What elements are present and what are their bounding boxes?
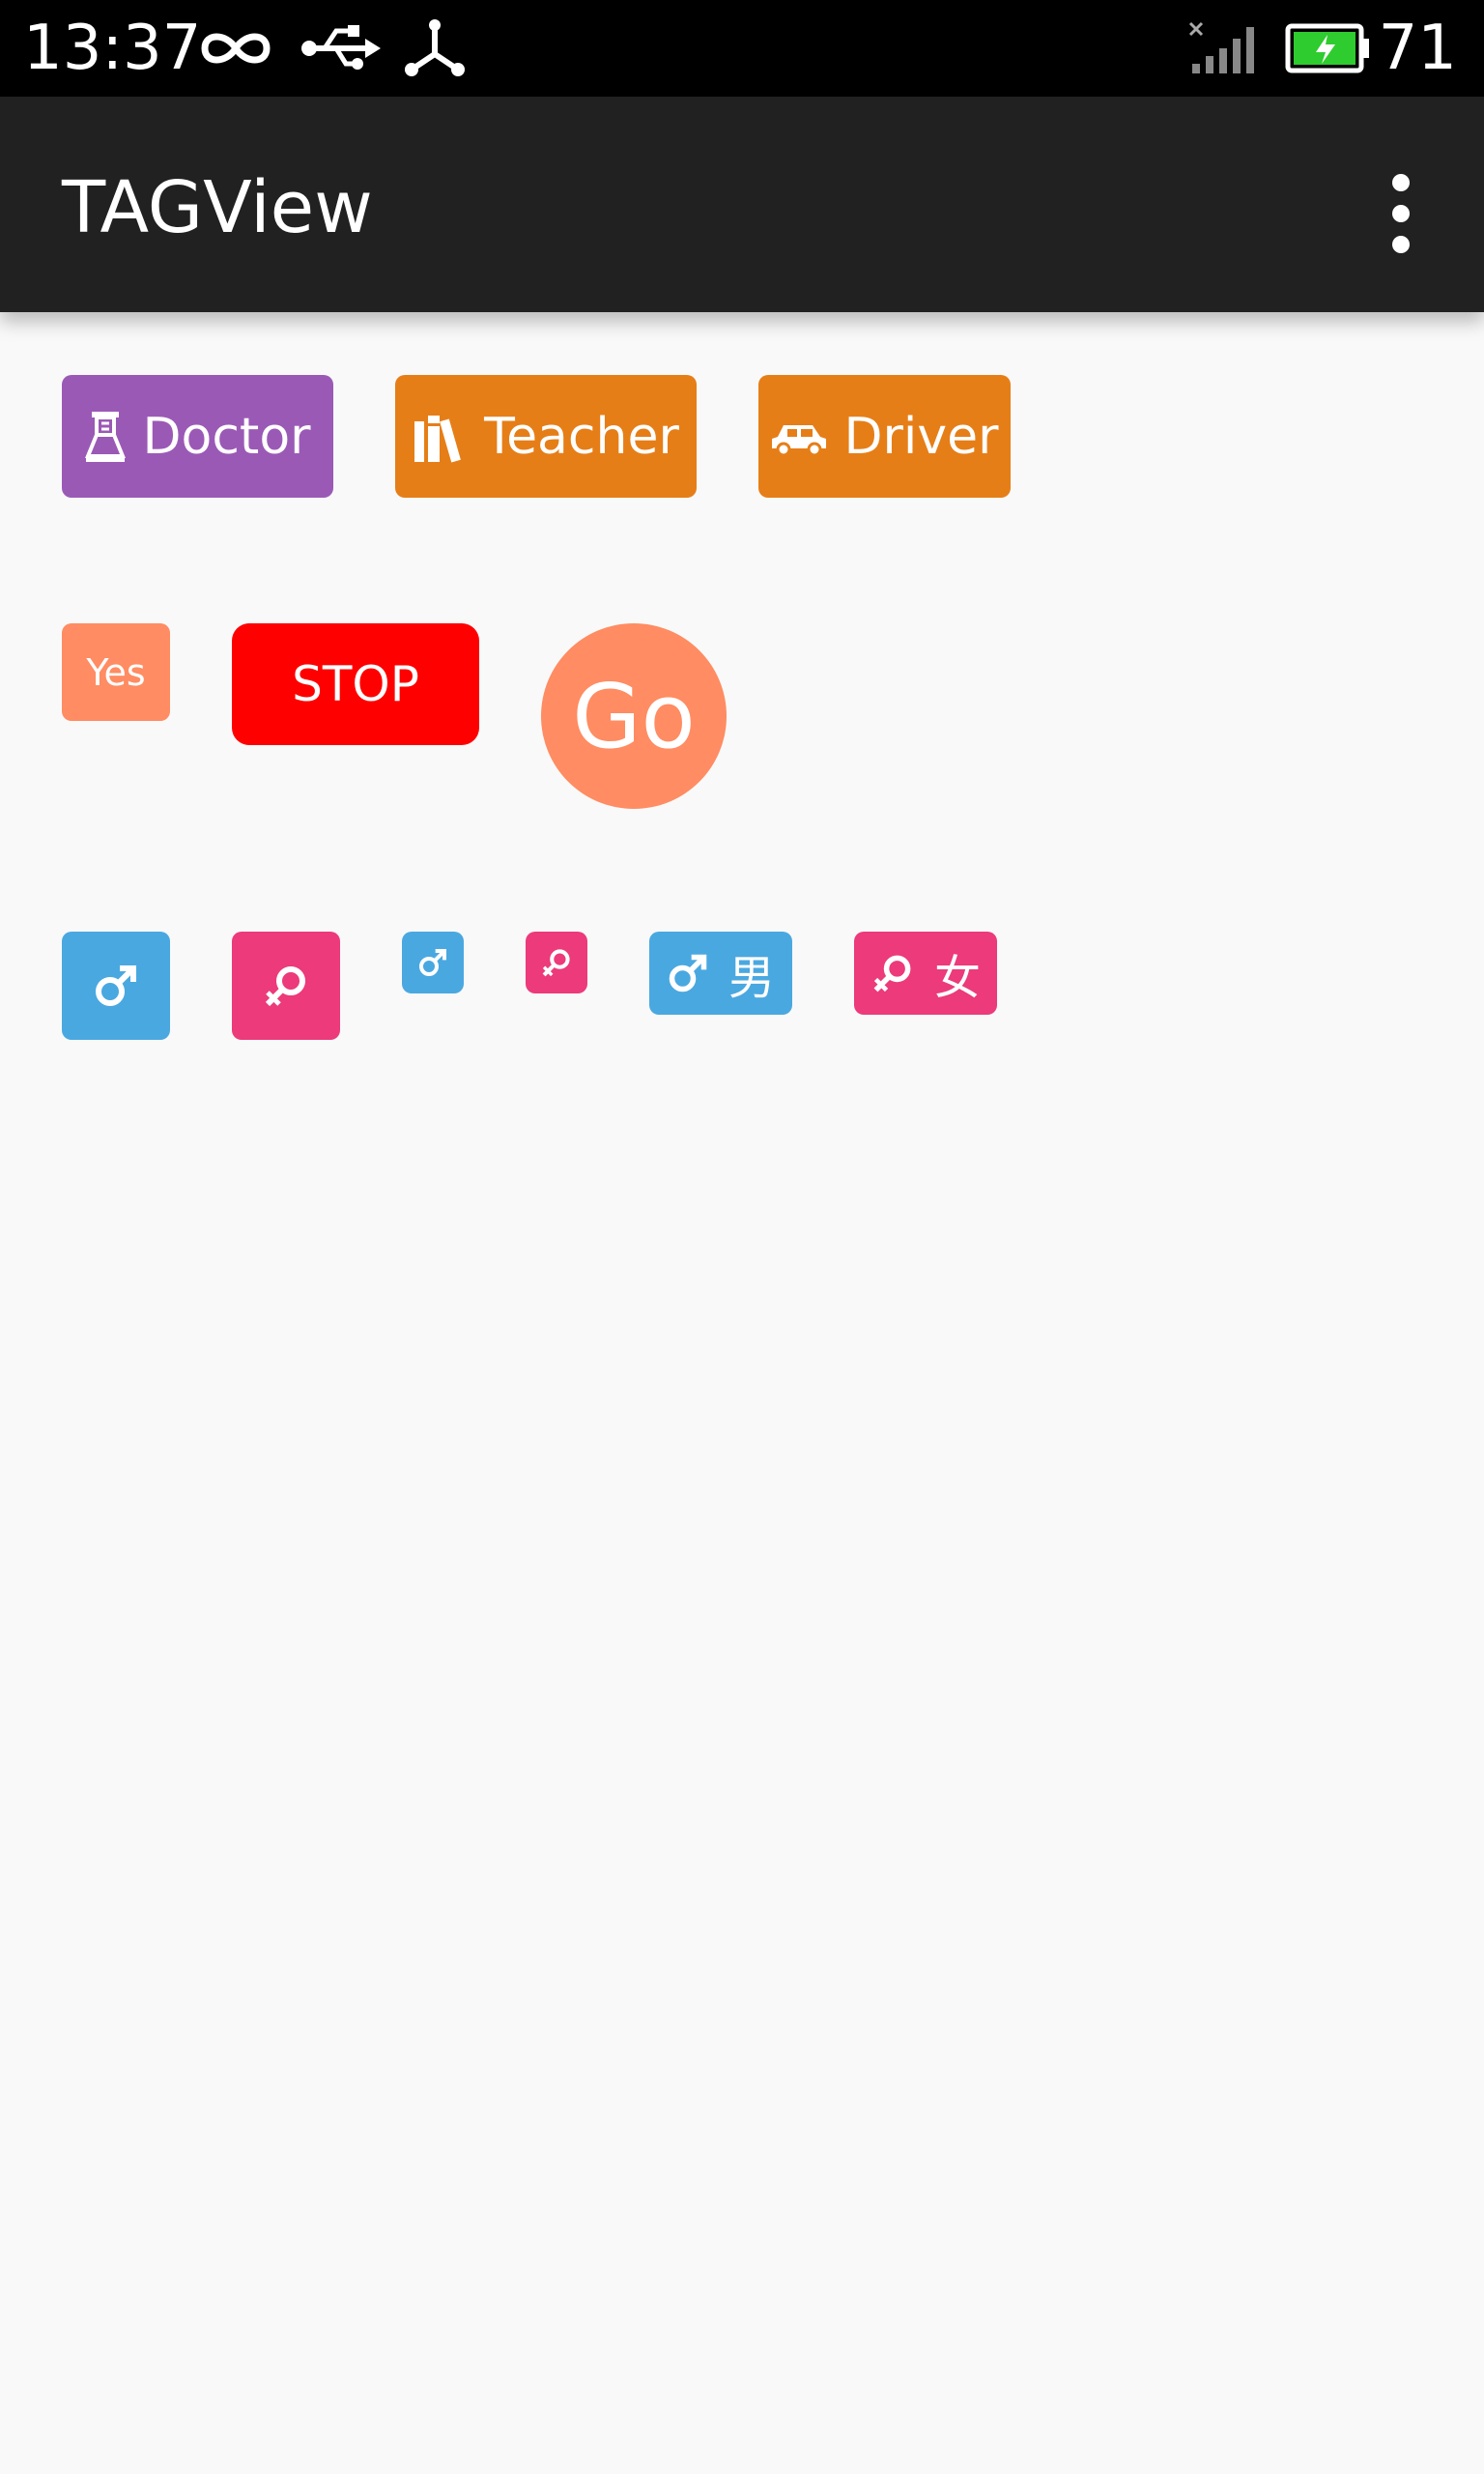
hub-icon — [405, 19, 465, 76]
tag-male-small[interactable] — [402, 932, 464, 993]
tag-stop-label: STOP — [292, 656, 419, 712]
female-icon — [540, 946, 573, 979]
overflow-menu-icon — [1392, 174, 1410, 191]
status-bar: 13:37 71 — [0, 0, 1484, 97]
page-title: TAGView — [62, 166, 373, 249]
tag-go[interactable]: Go — [541, 623, 727, 809]
tag-female-label: 女 — [933, 951, 981, 1005]
tag-female-text[interactable]: 女 — [854, 932, 997, 1015]
status-time: 13:37 — [23, 13, 202, 84]
tag-female-large[interactable] — [232, 932, 340, 1040]
tag-yes[interactable]: Yes — [62, 623, 170, 721]
male-icon — [417, 947, 448, 978]
usb-icon — [301, 25, 381, 70]
tag-doctor[interactable]: Doctor — [62, 375, 333, 498]
car-icon — [770, 417, 828, 456]
app-bar: TAGView — [0, 97, 1484, 312]
tag-doctor-label: Doctor — [142, 407, 311, 466]
tag-male-label: 男 — [728, 951, 775, 1005]
male-icon — [667, 952, 709, 994]
tag-teacher[interactable]: Teacher — [395, 375, 697, 498]
signal-no-sim-icon — [1188, 21, 1254, 73]
female-icon — [262, 962, 310, 1010]
male-icon — [93, 963, 139, 1009]
tag-female-small[interactable] — [526, 932, 587, 993]
battery-charging-icon — [1285, 23, 1369, 73]
tag-teacher-label: Teacher — [484, 407, 679, 466]
tag-driver[interactable]: Driver — [758, 375, 1011, 498]
tag-stop[interactable]: STOP — [232, 623, 479, 745]
tag-driver-label: Driver — [843, 407, 999, 466]
tag-go-label: Go — [572, 664, 696, 768]
overflow-menu-button[interactable] — [1372, 166, 1430, 263]
tag-male-text[interactable]: 男 — [649, 932, 792, 1015]
tag-yes-label: Yes — [86, 650, 146, 694]
battery-percent: 71 — [1378, 13, 1457, 84]
tag-male-large[interactable] — [62, 932, 170, 1040]
female-icon — [870, 951, 915, 995]
infinity-icon — [201, 33, 271, 64]
flask-icon — [84, 410, 127, 464]
books-icon — [413, 410, 469, 464]
